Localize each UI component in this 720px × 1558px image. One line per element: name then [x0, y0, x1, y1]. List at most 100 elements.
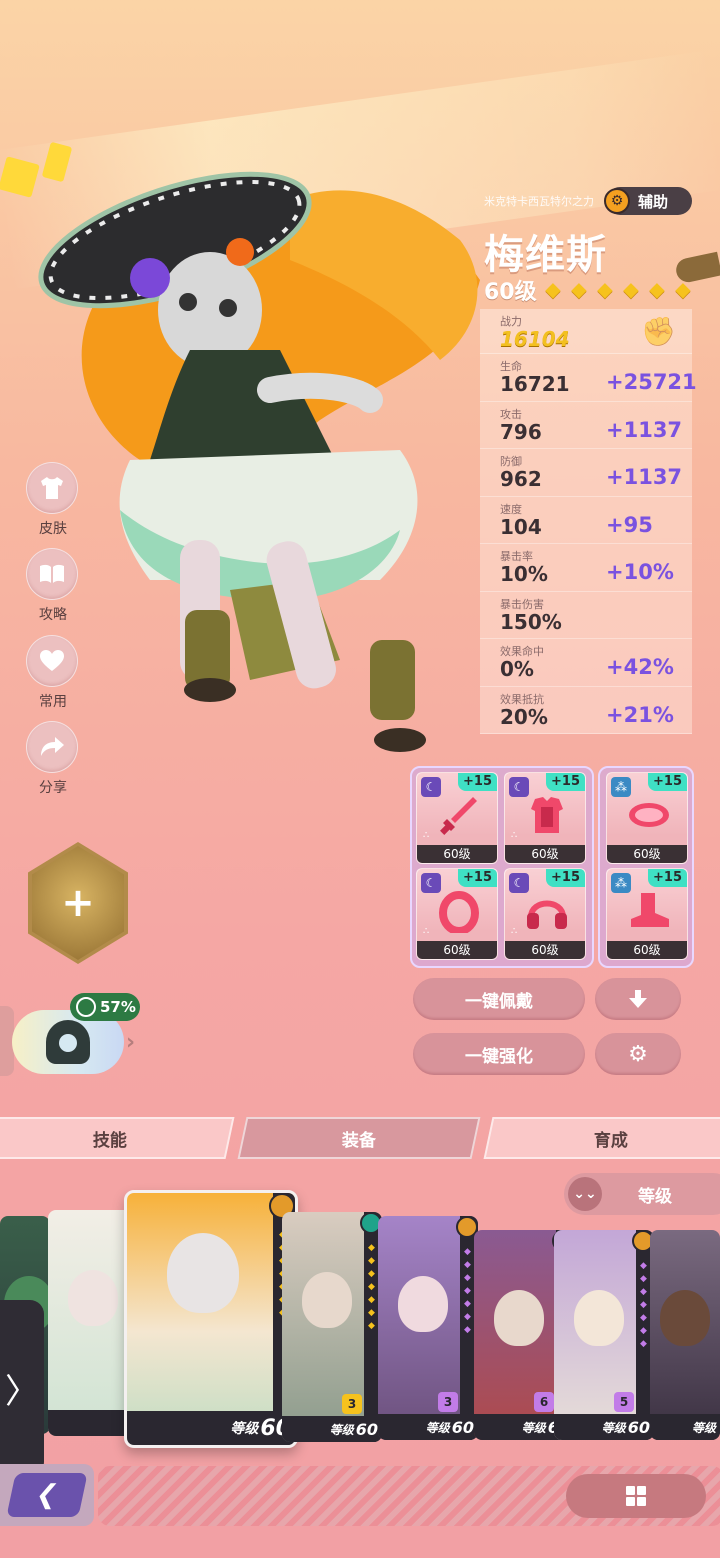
roster-card[interactable]: ◆ ◆ ◆ ◆ ◆ ◆ ◆ 3 等级 60 [378, 1216, 478, 1440]
hero-faction: 米克特卡西瓦特尔之力 [484, 195, 594, 208]
card-stars: ◆◆◆◆◆◆◆ [640, 1261, 647, 1349]
share-button[interactable]: 分享 [26, 721, 80, 797]
equip-slot-ring[interactable]: ☾ +15 ∴ 60级 [416, 868, 498, 960]
roster-card[interactable]: 等级 [650, 1230, 720, 1440]
equip-level: 60级 [607, 845, 687, 863]
gear-icon: ⚙ [628, 1041, 648, 1067]
tab-skills[interactable]: 技能 [0, 1117, 235, 1159]
star-icon: ◆ [597, 277, 613, 301]
grid-view-button[interactable] [566, 1474, 706, 1518]
stat-row-attack: 攻击 796 +1137 [480, 401, 692, 449]
enhance-level: +15 [458, 869, 497, 887]
equip-slot-weapon[interactable]: ☾ +15 ∴ 60级 [416, 772, 498, 864]
heart-icon [26, 635, 78, 687]
awaken-percent: 57% [100, 998, 136, 1016]
stat-base: 104 [500, 514, 542, 539]
hero-portrait [574, 1290, 624, 1346]
equip-slot-goggles[interactable]: ⁂ +15 60级 [606, 772, 688, 864]
auto-enhance-button[interactable]: 一键强化 [413, 1033, 585, 1075]
hero-name: 梅维斯 [484, 232, 607, 278]
favorite-label: 常用 [39, 694, 67, 710]
enhance-level: +15 [458, 773, 497, 791]
stat-base: 962 [500, 467, 542, 491]
tab-label: 育成 [594, 1130, 628, 1151]
level-value: 60 [451, 1417, 474, 1437]
sort-button[interactable]: ⌄⌄ 等级 [564, 1173, 720, 1215]
roster-card-selected[interactable]: ◆◆◆◆◆◆◆ 等级60 [124, 1190, 298, 1448]
star-icon: ◆ [675, 277, 691, 301]
level-value: 60 [355, 1419, 378, 1439]
card-rank: 5 [614, 1392, 634, 1412]
role-label: 辅助 [638, 192, 669, 211]
stat-row-defense: 防御 962 +1137 [480, 449, 692, 497]
guide-label: 攻略 [39, 607, 67, 623]
equip-slot-headphones[interactable]: ☾ +15 ∴ 60级 [504, 868, 586, 960]
card-rank: 6 [534, 1392, 554, 1412]
stat-row-speed: 速度 104 +95 [480, 496, 692, 544]
sword-icon [440, 797, 477, 835]
boots-icon [631, 893, 669, 927]
roster-card[interactable]: ◆ ◆ ◆ ◆ ◆ ◆ ◆ 5 等级 60 [554, 1230, 654, 1440]
hero-stars: ◆ ◆ ◆ ◆ ◆ ◆ [542, 278, 694, 300]
sort-label: 等级 [638, 1186, 672, 1207]
star-icon: ◆ [545, 277, 561, 301]
expand-roster-button[interactable]: 〉 [0, 1300, 44, 1476]
armor-icon [531, 797, 563, 833]
hero-portrait [398, 1276, 448, 1332]
stat-base: 20% [500, 704, 548, 729]
hero-model[interactable] [20, 160, 490, 760]
chevron-right-icon[interactable]: › [126, 1030, 135, 1055]
back-button[interactable]: ❮ [0, 1464, 94, 1526]
equip-slot-boots[interactable]: ⁂ +15 60级 [606, 868, 688, 960]
book-icon [26, 548, 78, 600]
card-stars: ◆◆◆◆◆◆◆ [368, 1243, 375, 1331]
enhance-level: +15 [546, 773, 585, 791]
pet-slot[interactable]: + [28, 842, 128, 964]
chevron-right-icon: 〉 [5, 1371, 39, 1412]
equip-slot-armor[interactable]: ☾ +15 ∴ 60级 [504, 772, 586, 864]
stat-row-effect-hit: 效果命中 0% +42% [480, 639, 692, 687]
hero-portrait [302, 1272, 352, 1328]
enhance-level: +15 [648, 773, 687, 791]
star-icon: ◆ [571, 277, 587, 301]
awaken-progress-badge: 57% [70, 993, 140, 1021]
auto-equip-button[interactable]: 一键佩戴 [413, 978, 585, 1020]
stat-base: 0% [500, 657, 534, 681]
card-level: 等级60 [282, 1416, 382, 1442]
card-stars: ◆◆◆◆◆◆◆ [464, 1247, 471, 1335]
unequip-button[interactable] [595, 978, 681, 1020]
star-icon: ◆ [623, 277, 639, 301]
stat-row-crit-rate: 暴击率 10% +10% [480, 544, 692, 592]
stat-bonus: +1137 [606, 465, 683, 489]
stat-bonus: +10% [606, 560, 674, 584]
settings-button[interactable]: ⚙ [595, 1033, 681, 1075]
equip-level: 60级 [607, 941, 687, 959]
tab-develop[interactable]: 育成 [483, 1117, 720, 1159]
goggles-icon [629, 803, 669, 827]
level-prefix: 等级 [230, 1421, 259, 1437]
hero-portrait [660, 1290, 710, 1346]
arrow-down-icon [629, 990, 647, 1008]
stats-panel: 战力 16104 ✊ 生命 16721 +25721 攻击 796 +1137 … [480, 309, 697, 734]
fist-icon: ✊ [641, 315, 676, 348]
card-level: 等级60 [127, 1411, 295, 1445]
tab-equipment[interactable]: 装备 [237, 1117, 481, 1159]
skin-button[interactable]: 皮肤 [26, 462, 80, 538]
role-badge[interactable]: ⚙ 辅助 [604, 187, 692, 215]
star-icon: ◆ [649, 277, 665, 301]
ring-icon [439, 891, 479, 933]
favorite-button[interactable]: 常用 [26, 635, 80, 711]
hero-portrait [68, 1270, 118, 1326]
stat-row-hp: 生命 16721 +25721 [480, 354, 697, 402]
level-prefix: 等级 [329, 1422, 354, 1437]
stat-base: 150% [500, 609, 562, 634]
guide-button[interactable]: 攻略 [26, 548, 80, 624]
chevron-left-icon: ❮ [6, 1473, 88, 1517]
stat-bonus: +25721 [606, 370, 697, 394]
card-level: 等级60 [378, 1414, 478, 1440]
card-level: 等级60 [554, 1414, 654, 1440]
grid-icon [626, 1486, 646, 1506]
stat-base: 16721 [500, 372, 570, 396]
roster-card[interactable]: ◆ ◆ ◆ ◆ ◆ ◆ ◆ 3 等级 60 [282, 1212, 382, 1442]
share-label: 分享 [39, 780, 67, 796]
